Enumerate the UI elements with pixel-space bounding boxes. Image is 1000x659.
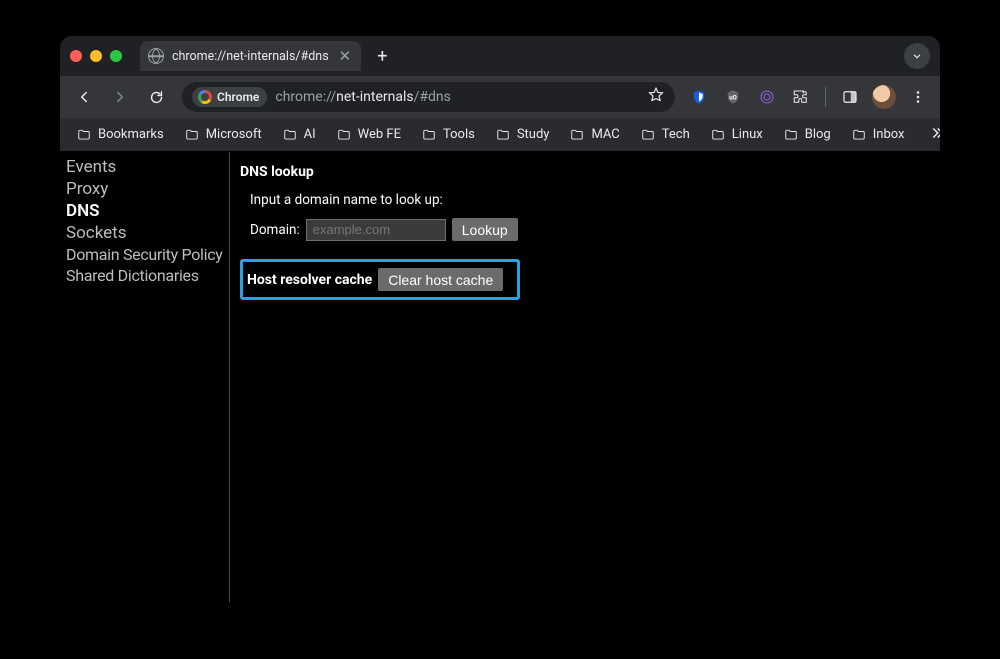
star-icon [647, 86, 665, 104]
ublock-icon: uO [724, 88, 742, 106]
sidebar-item-events[interactable]: Events [60, 156, 229, 178]
window-controls [70, 50, 122, 62]
site-chip[interactable]: Chrome [192, 87, 267, 107]
bookmark-label: Blog [805, 127, 831, 142]
bookmark-folder[interactable]: Tools [413, 123, 483, 146]
forward-button[interactable] [104, 81, 136, 113]
main-panel: DNS lookup Input a domain name to look u… [230, 152, 940, 602]
section-heading: DNS lookup [240, 164, 930, 180]
folder-icon [710, 128, 726, 142]
bookmark-label: MAC [591, 127, 619, 142]
bookmark-folder[interactable]: Study [487, 123, 558, 146]
folder-icon [783, 128, 799, 142]
bookmark-label: Bookmarks [98, 127, 164, 142]
cache-label: Host resolver cache [247, 272, 372, 288]
chrome-icon [198, 90, 212, 104]
sidebar-item-dns[interactable]: DNS [60, 200, 229, 222]
folder-icon [336, 128, 352, 142]
reload-button[interactable] [140, 81, 172, 113]
arrow-right-icon [111, 88, 129, 106]
folder-icon [851, 128, 867, 142]
folder-icon [569, 128, 585, 142]
browser-window: chrome://net-internals/#dns ✕ + Chrome c… [60, 36, 940, 602]
bookmark-label: Study [517, 127, 550, 142]
panel-icon [841, 88, 859, 106]
shield-icon [690, 88, 708, 106]
tab-search-button[interactable] [904, 43, 930, 69]
profile-button[interactable] [870, 83, 898, 111]
folder-icon [495, 128, 511, 142]
bookmark-folder[interactable]: Blog [775, 123, 839, 146]
bookmark-folder[interactable]: Tech [632, 123, 698, 146]
bookmarks-overflow-button[interactable] [920, 120, 940, 150]
url-text: chrome://net-internals/#dns [275, 89, 639, 105]
bookmark-folder[interactable]: Web FE [328, 123, 409, 146]
tab-strip: chrome://net-internals/#dns ✕ + [60, 36, 940, 76]
close-window-button[interactable] [70, 50, 82, 62]
chevron-down-icon [910, 49, 924, 63]
minimize-window-button[interactable] [90, 50, 102, 62]
arrow-left-icon [75, 88, 93, 106]
prompt-text: Input a domain name to look up: [250, 192, 930, 208]
bookmark-folder[interactable]: Inbox [843, 123, 913, 146]
folder-icon [282, 128, 298, 142]
bookmark-star-button[interactable] [647, 86, 665, 108]
openai-extension[interactable] [753, 83, 781, 111]
bitwarden-extension[interactable] [685, 83, 713, 111]
bookmark-label: Tech [662, 127, 690, 142]
bookmark-folder[interactable]: Bookmarks [68, 123, 172, 146]
ublock-extension[interactable]: uO [719, 83, 747, 111]
domain-input[interactable] [306, 219, 446, 241]
globe-icon [148, 48, 164, 64]
bookmark-label: Web FE [358, 127, 401, 142]
page-content: EventsProxyDNSSocketsDomain Security Pol… [60, 152, 940, 602]
sidebar-item-domain-security-policy[interactable]: Domain Security Policy [60, 244, 229, 265]
toolbar-divider [825, 87, 826, 107]
extensions-button[interactable] [787, 83, 815, 111]
new-tab-button[interactable]: + [369, 46, 395, 67]
kebab-icon [909, 88, 927, 106]
menu-button[interactable] [904, 83, 932, 111]
sidebar-item-sockets[interactable]: Sockets [60, 222, 229, 244]
puzzle-icon [792, 88, 810, 106]
folder-icon [421, 128, 437, 142]
bookmark-folder[interactable]: MAC [561, 123, 627, 146]
bookmark-label: Microsoft [206, 127, 262, 142]
toolbar: Chrome chrome://net-internals/#dns uO [60, 76, 940, 118]
bookmark-folder[interactable]: Linux [702, 123, 771, 146]
chevron-double-right-icon [928, 124, 940, 142]
back-button[interactable] [68, 81, 100, 113]
chip-label: Chrome [217, 90, 259, 104]
bookmark-folder[interactable]: Microsoft [176, 123, 270, 146]
bookmark-label: Tools [443, 127, 475, 142]
bookmarks-bar: Bookmarks Microsoft AI Web FE Tools Study MAC T… [60, 118, 940, 152]
address-bar[interactable]: Chrome chrome://net-internals/#dns [182, 82, 675, 112]
extension-icons: uO [685, 83, 932, 111]
sidebar: EventsProxyDNSSocketsDomain Security Pol… [60, 152, 230, 602]
bookmark-label: Inbox [873, 127, 905, 142]
folder-icon [76, 128, 92, 142]
tab-title: chrome://net-internals/#dns [172, 49, 329, 64]
avatar [872, 85, 896, 109]
bookmark-label: AI [304, 127, 316, 142]
maximize-window-button[interactable] [110, 50, 122, 62]
domain-label: Domain: [250, 222, 300, 238]
side-panel-button[interactable] [836, 83, 864, 111]
bookmark-folder[interactable]: AI [274, 123, 324, 146]
folder-icon [640, 128, 656, 142]
close-tab-button[interactable]: ✕ [337, 47, 354, 65]
sidebar-item-shared-dictionaries[interactable]: Shared Dictionaries [60, 265, 229, 286]
browser-tab[interactable]: chrome://net-internals/#dns ✕ [140, 41, 361, 71]
clear-host-cache-button[interactable]: Clear host cache [378, 268, 503, 291]
bookmark-label: Linux [732, 127, 763, 142]
svg-text:uO: uO [729, 94, 737, 101]
lookup-button[interactable]: Lookup [452, 218, 518, 241]
folder-icon [184, 128, 200, 142]
openai-icon [758, 88, 776, 106]
host-resolver-section: Host resolver cache Clear host cache [240, 259, 520, 300]
reload-icon [148, 89, 165, 106]
sidebar-item-proxy[interactable]: Proxy [60, 178, 229, 200]
